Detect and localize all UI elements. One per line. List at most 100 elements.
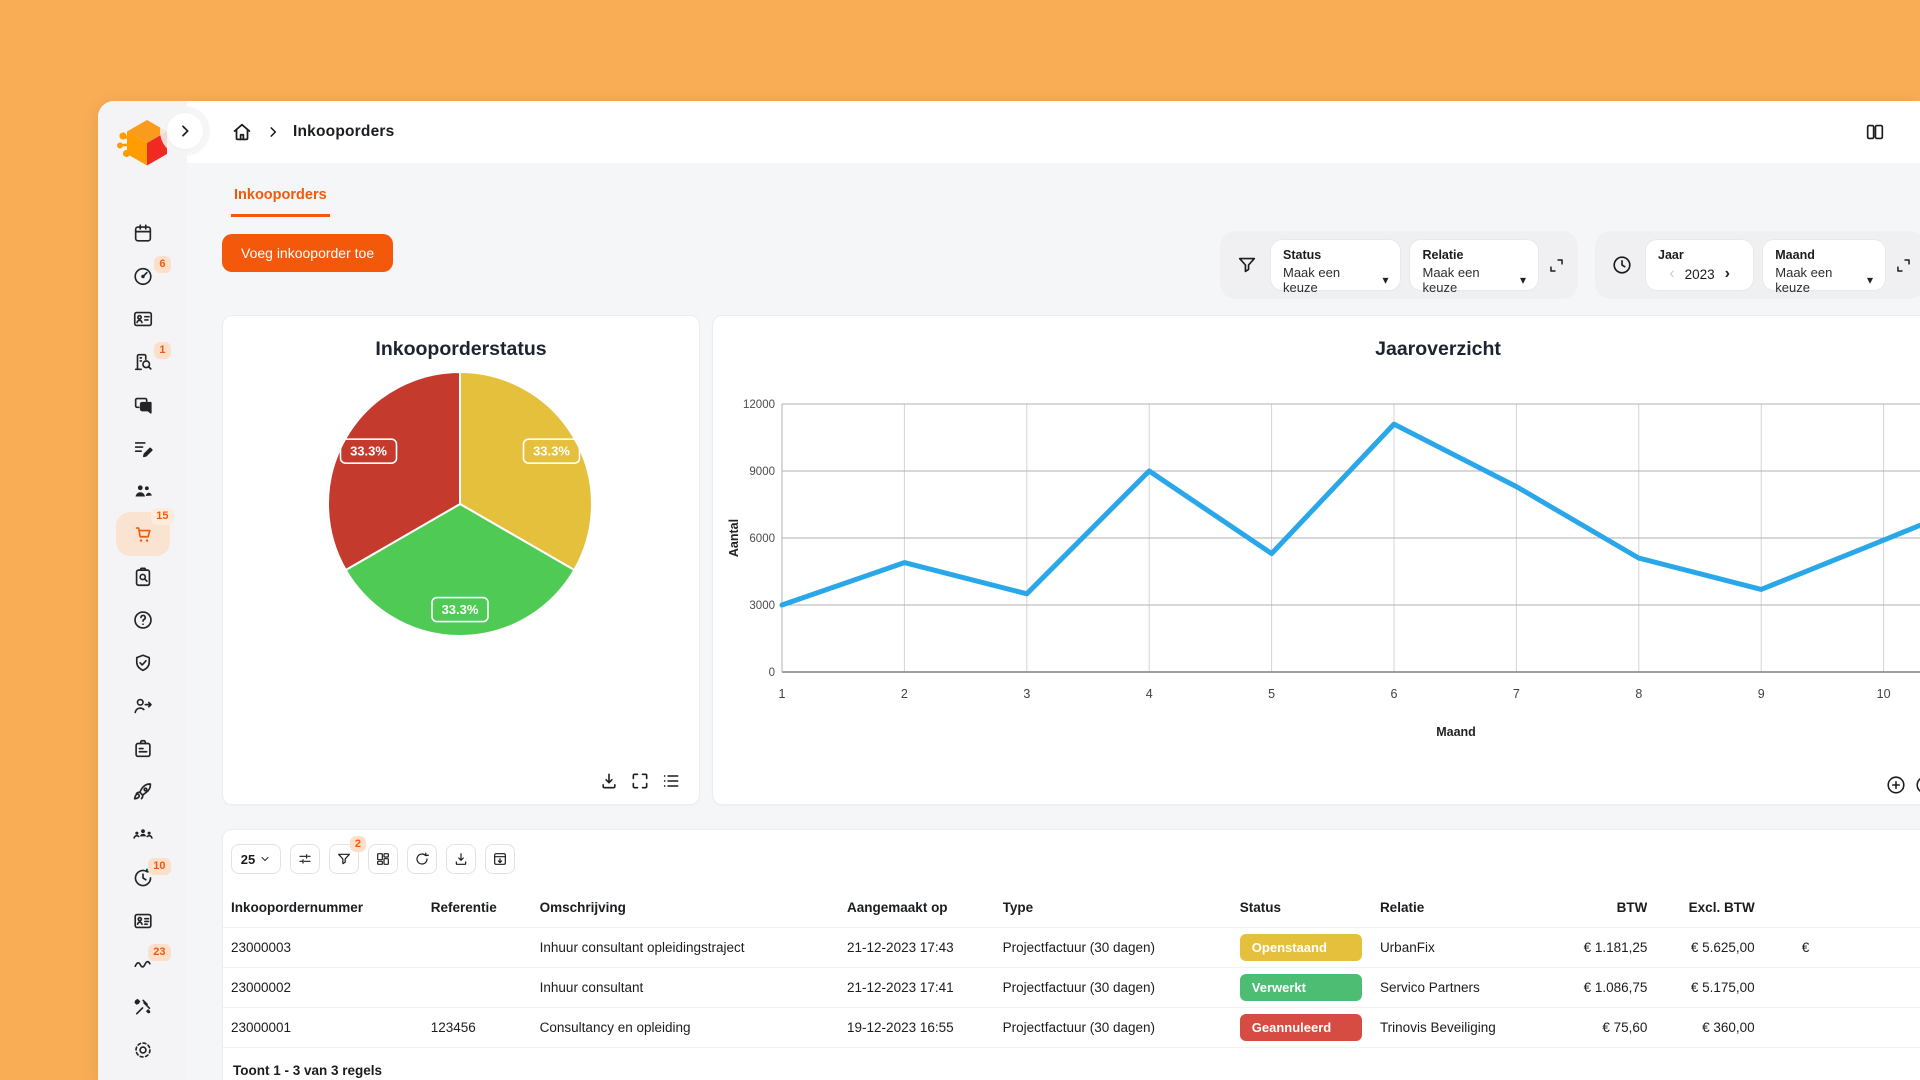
- table-row[interactable]: 23000003 Inhuur consultant opleidingstraj…: [223, 928, 1920, 968]
- cell-omschrijving: Inhuur consultant opleidingstraject: [540, 928, 847, 968]
- cell-btw: € 1.086,75: [1564, 968, 1648, 1008]
- sidebar-item-calendar[interactable]: [128, 222, 158, 244]
- sidebar-item-help-circle[interactable]: [128, 609, 158, 631]
- svg-text:6: 6: [1391, 687, 1398, 701]
- svg-text:9: 9: [1758, 687, 1765, 701]
- svg-text:33.3%: 33.3%: [442, 602, 479, 617]
- sidebar-item-shield-check[interactable]: [128, 652, 158, 674]
- y-axis-label: Aantal: [727, 519, 741, 557]
- maand-filter-dropdown[interactable]: Maand Maak een keuze▾: [1762, 239, 1886, 291]
- home-icon[interactable]: [231, 121, 253, 143]
- cell-excl_btw: € 360,00: [1647, 1008, 1754, 1048]
- download-icon: [453, 851, 469, 867]
- clipboard-search-icon: [132, 566, 154, 588]
- cell-btw: € 75,60: [1564, 1008, 1648, 1048]
- sidebar-item-users-three[interactable]: [128, 824, 158, 846]
- sidebar-item-building-search[interactable]: 1: [128, 351, 158, 373]
- box-download-button[interactable]: [485, 844, 515, 874]
- svg-text:3: 3: [1023, 687, 1030, 701]
- sliders-button[interactable]: [290, 844, 320, 874]
- sidebar-item-users[interactable]: [128, 480, 158, 502]
- cell-omschrijving: Consultancy en opleiding: [540, 1008, 847, 1048]
- svg-text:12000: 12000: [743, 399, 775, 411]
- funnel-button[interactable]: 2: [329, 844, 359, 874]
- column-header[interactable]: Excl. BTW: [1647, 890, 1754, 928]
- table-row[interactable]: 23000001123456Consultancy en opleiding19…: [223, 1008, 1920, 1048]
- maand-filter-label: Maand: [1775, 248, 1873, 262]
- sidebar-item-list-edit[interactable]: [128, 437, 158, 459]
- jaar-filter[interactable]: Jaar ‹ 2023 ›: [1645, 239, 1754, 291]
- download-icon[interactable]: [599, 771, 619, 791]
- sidebar-collapse-button[interactable]: [167, 113, 203, 149]
- sidebar: 6 1 15 10 23: [98, 101, 187, 1080]
- shield-check-icon: [132, 652, 154, 674]
- column-header[interactable]: Type: [1003, 890, 1240, 928]
- cell-btw: € 1.181,25: [1564, 928, 1648, 968]
- jaar-filter-value: 2023: [1685, 267, 1715, 282]
- notification-badge: 23: [148, 944, 170, 961]
- table-row[interactable]: 23000002Inhuur consultant21-12-2023 17:4…: [223, 968, 1920, 1008]
- filter-group-period: Jaar ‹ 2023 › Maand Maak een keuze▾: [1595, 231, 1920, 299]
- tab-inkooporders[interactable]: Inkooporders: [231, 187, 330, 217]
- add-inkooporder-button[interactable]: Voeg inkooporder toe: [222, 234, 393, 272]
- main-area: Inkooporders Inkooporders Voeg inkoopord…: [187, 101, 1920, 1080]
- zoom-out-icon[interactable]: [1914, 774, 1920, 796]
- column-header[interactable]: [1755, 890, 1920, 928]
- sidebar-item-tools[interactable]: [128, 996, 158, 1018]
- expand-corners-icon[interactable]: [1894, 256, 1913, 275]
- column-header[interactable]: Omschrijving: [540, 890, 847, 928]
- svg-text:6000: 6000: [749, 533, 775, 545]
- filter-group-status-relatie: Status Maak een keuze▾ Relatie Maak een …: [1220, 231, 1578, 299]
- sidebar-item-badge-id[interactable]: [128, 738, 158, 760]
- sidebar-item-id-card[interactable]: [128, 308, 158, 330]
- chat-icon: [132, 394, 154, 416]
- split-view-icon[interactable]: [1864, 121, 1886, 143]
- expand-corners-icon[interactable]: [1547, 256, 1566, 275]
- data-list-icon[interactable]: [661, 771, 681, 791]
- sidebar-item-history-clock[interactable]: 10: [128, 867, 158, 889]
- sidebar-item-user-arrow[interactable]: [128, 695, 158, 717]
- relatie-filter-dropdown[interactable]: Relatie Maak een keuze▾: [1409, 239, 1539, 291]
- fullscreen-icon[interactable]: [630, 771, 650, 791]
- download-button[interactable]: [446, 844, 476, 874]
- sidebar-item-gear[interactable]: [128, 1039, 158, 1061]
- orders-table-card: 25 2 InkoopordernummerReferentieOmschrijv…: [222, 829, 1920, 1080]
- status-filter-dropdown[interactable]: Status Maak een keuze▾: [1270, 239, 1401, 291]
- zoom-in-icon[interactable]: [1885, 774, 1907, 796]
- column-header[interactable]: Relatie: [1380, 890, 1564, 928]
- status-badge: Verwerkt: [1240, 974, 1362, 1001]
- cell-type: Projectfactuur (30 dagen): [1003, 968, 1240, 1008]
- year-prev-icon[interactable]: ‹: [1669, 265, 1674, 283]
- building-search-icon: [132, 351, 154, 373]
- cell-clipped: [1755, 968, 1920, 1008]
- svg-text:1: 1: [779, 687, 786, 701]
- users-icon: [132, 480, 154, 502]
- column-header[interactable]: Status: [1240, 890, 1380, 928]
- page-size-select[interactable]: 25: [231, 844, 281, 874]
- grid-button[interactable]: [368, 844, 398, 874]
- cell-type: Projectfactuur (30 dagen): [1003, 1008, 1240, 1048]
- column-header[interactable]: Referentie: [431, 890, 540, 928]
- year-next-icon[interactable]: ›: [1725, 265, 1730, 283]
- grid-icon: [375, 851, 391, 867]
- user-arrow-icon: [132, 695, 154, 717]
- sidebar-item-trend[interactable]: 23: [128, 953, 158, 975]
- tools-icon: [132, 996, 154, 1018]
- column-header[interactable]: Aangemaakt op: [847, 890, 1003, 928]
- sidebar-item-gauge[interactable]: 6: [128, 265, 158, 287]
- app-window: 61151023 Inkooporders Inkoopord: [98, 101, 1920, 1080]
- sidebar-item-rocket[interactable]: [128, 781, 158, 803]
- line-chart-card: Jaaroverzicht 03000600090001200012345678…: [712, 315, 1920, 805]
- column-header[interactable]: Inkoopordernummer: [223, 890, 431, 928]
- sidebar-item-chat[interactable]: [128, 394, 158, 416]
- list-edit-icon: [132, 437, 154, 459]
- column-header[interactable]: BTW: [1564, 890, 1648, 928]
- sidebar-item-clipboard-search[interactable]: [128, 566, 158, 588]
- refresh-button[interactable]: [407, 844, 437, 874]
- cell-nummer: 23000003: [223, 928, 431, 968]
- table-footer: Toont 1 - 3 van 3 regels: [223, 1047, 1920, 1078]
- sidebar-item-cart[interactable]: 15: [116, 512, 170, 556]
- svg-text:33.3%: 33.3%: [533, 444, 570, 459]
- clock-icon: [1611, 254, 1633, 276]
- sidebar-item-contact-card[interactable]: [128, 910, 158, 932]
